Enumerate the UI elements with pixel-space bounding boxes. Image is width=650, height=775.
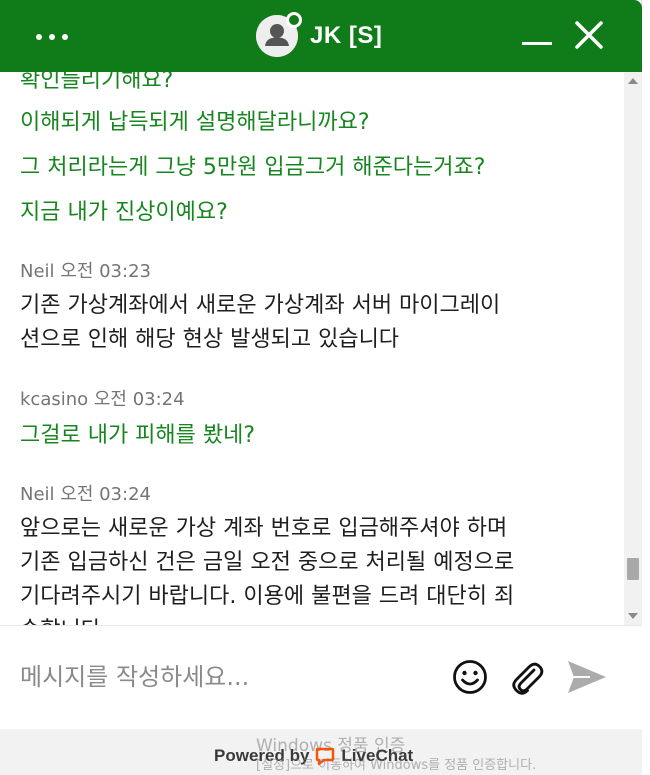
message-composer: [0, 625, 642, 729]
online-status-indicator: [286, 12, 302, 28]
message-line: 션으로 인해 해당 현상 발생되고 있습니다: [20, 327, 400, 352]
paperclip-icon: [512, 662, 544, 695]
message-line: 그걸로 내가 피해를 봤네?: [20, 423, 256, 448]
message-line: 이해되게 납득되게 설명해달라니까요?: [20, 110, 370, 135]
avatar: [256, 12, 302, 57]
message-meta: kcasino 오전 03:24: [20, 389, 185, 410]
scroll-thumb[interactable]: [627, 558, 639, 580]
send-icon: [568, 661, 606, 693]
footer: Windows 정품 인증 Powered by LiveChat [설정]으로…: [0, 729, 642, 775]
message-line: 기존 가상계좌에서 새로운 가상계좌 서버 마이그레이: [20, 293, 501, 318]
minimize-icon: [522, 42, 552, 45]
more-dots-icon: [36, 34, 42, 40]
message-line: 앞으로는 새로운 가상 계좌 번호로 입금해주셔야 하며: [20, 516, 508, 541]
message-line: 그 처리라는게 그냥 5만원 입금그거 해준다는거죠?: [20, 155, 486, 180]
close-icon: [575, 21, 603, 49]
more-options-button[interactable]: [28, 22, 76, 52]
chat-header: JK [S]: [0, 0, 642, 72]
message-line: 송합니다: [20, 612, 101, 625]
minimize-button[interactable]: [520, 20, 556, 56]
chat-window: JK [S] 확인들리기해요? 이해되게 납득되게 설명해달라니까요? 그 처리…: [0, 0, 642, 775]
scroll-down-arrow-icon[interactable]: [628, 613, 638, 619]
windows-activation-subtext: [설정]으로 이동하여 Windows를 정품 인증합니다.: [256, 758, 537, 773]
attach-file-button[interactable]: [508, 659, 548, 699]
agent-info: JK [S]: [256, 12, 382, 60]
emoji-icon: [453, 660, 487, 694]
more-dots-icon: [62, 34, 68, 40]
message-line: 기다려주시기 바랍니다. 이용에 불편을 드려 대단히 죄: [20, 584, 515, 609]
agent-name: JK [S]: [310, 22, 383, 49]
message-meta: Neil 오전 03:23: [20, 261, 151, 282]
message-line: 기존 입금하신 건은 금일 오전 중으로 처리될 예정으로: [20, 550, 515, 575]
message-line: 지금 내가 진상이예요?: [20, 200, 228, 225]
message-input[interactable]: [20, 652, 430, 702]
emoji-button[interactable]: [452, 659, 488, 695]
message-scrollbar[interactable]: [624, 72, 642, 625]
message-list[interactable]: 확인들리기해요? 이해되게 납득되게 설명해달라니까요? 그 처리라는게 그냥 …: [0, 72, 624, 625]
message-meta: Neil 오전 03:24: [20, 484, 151, 505]
scroll-up-arrow-icon[interactable]: [628, 78, 638, 84]
message-line: 확인들리기해요?: [20, 72, 174, 93]
send-button[interactable]: [566, 658, 608, 696]
more-dots-icon: [49, 34, 55, 40]
close-button[interactable]: [574, 20, 604, 50]
